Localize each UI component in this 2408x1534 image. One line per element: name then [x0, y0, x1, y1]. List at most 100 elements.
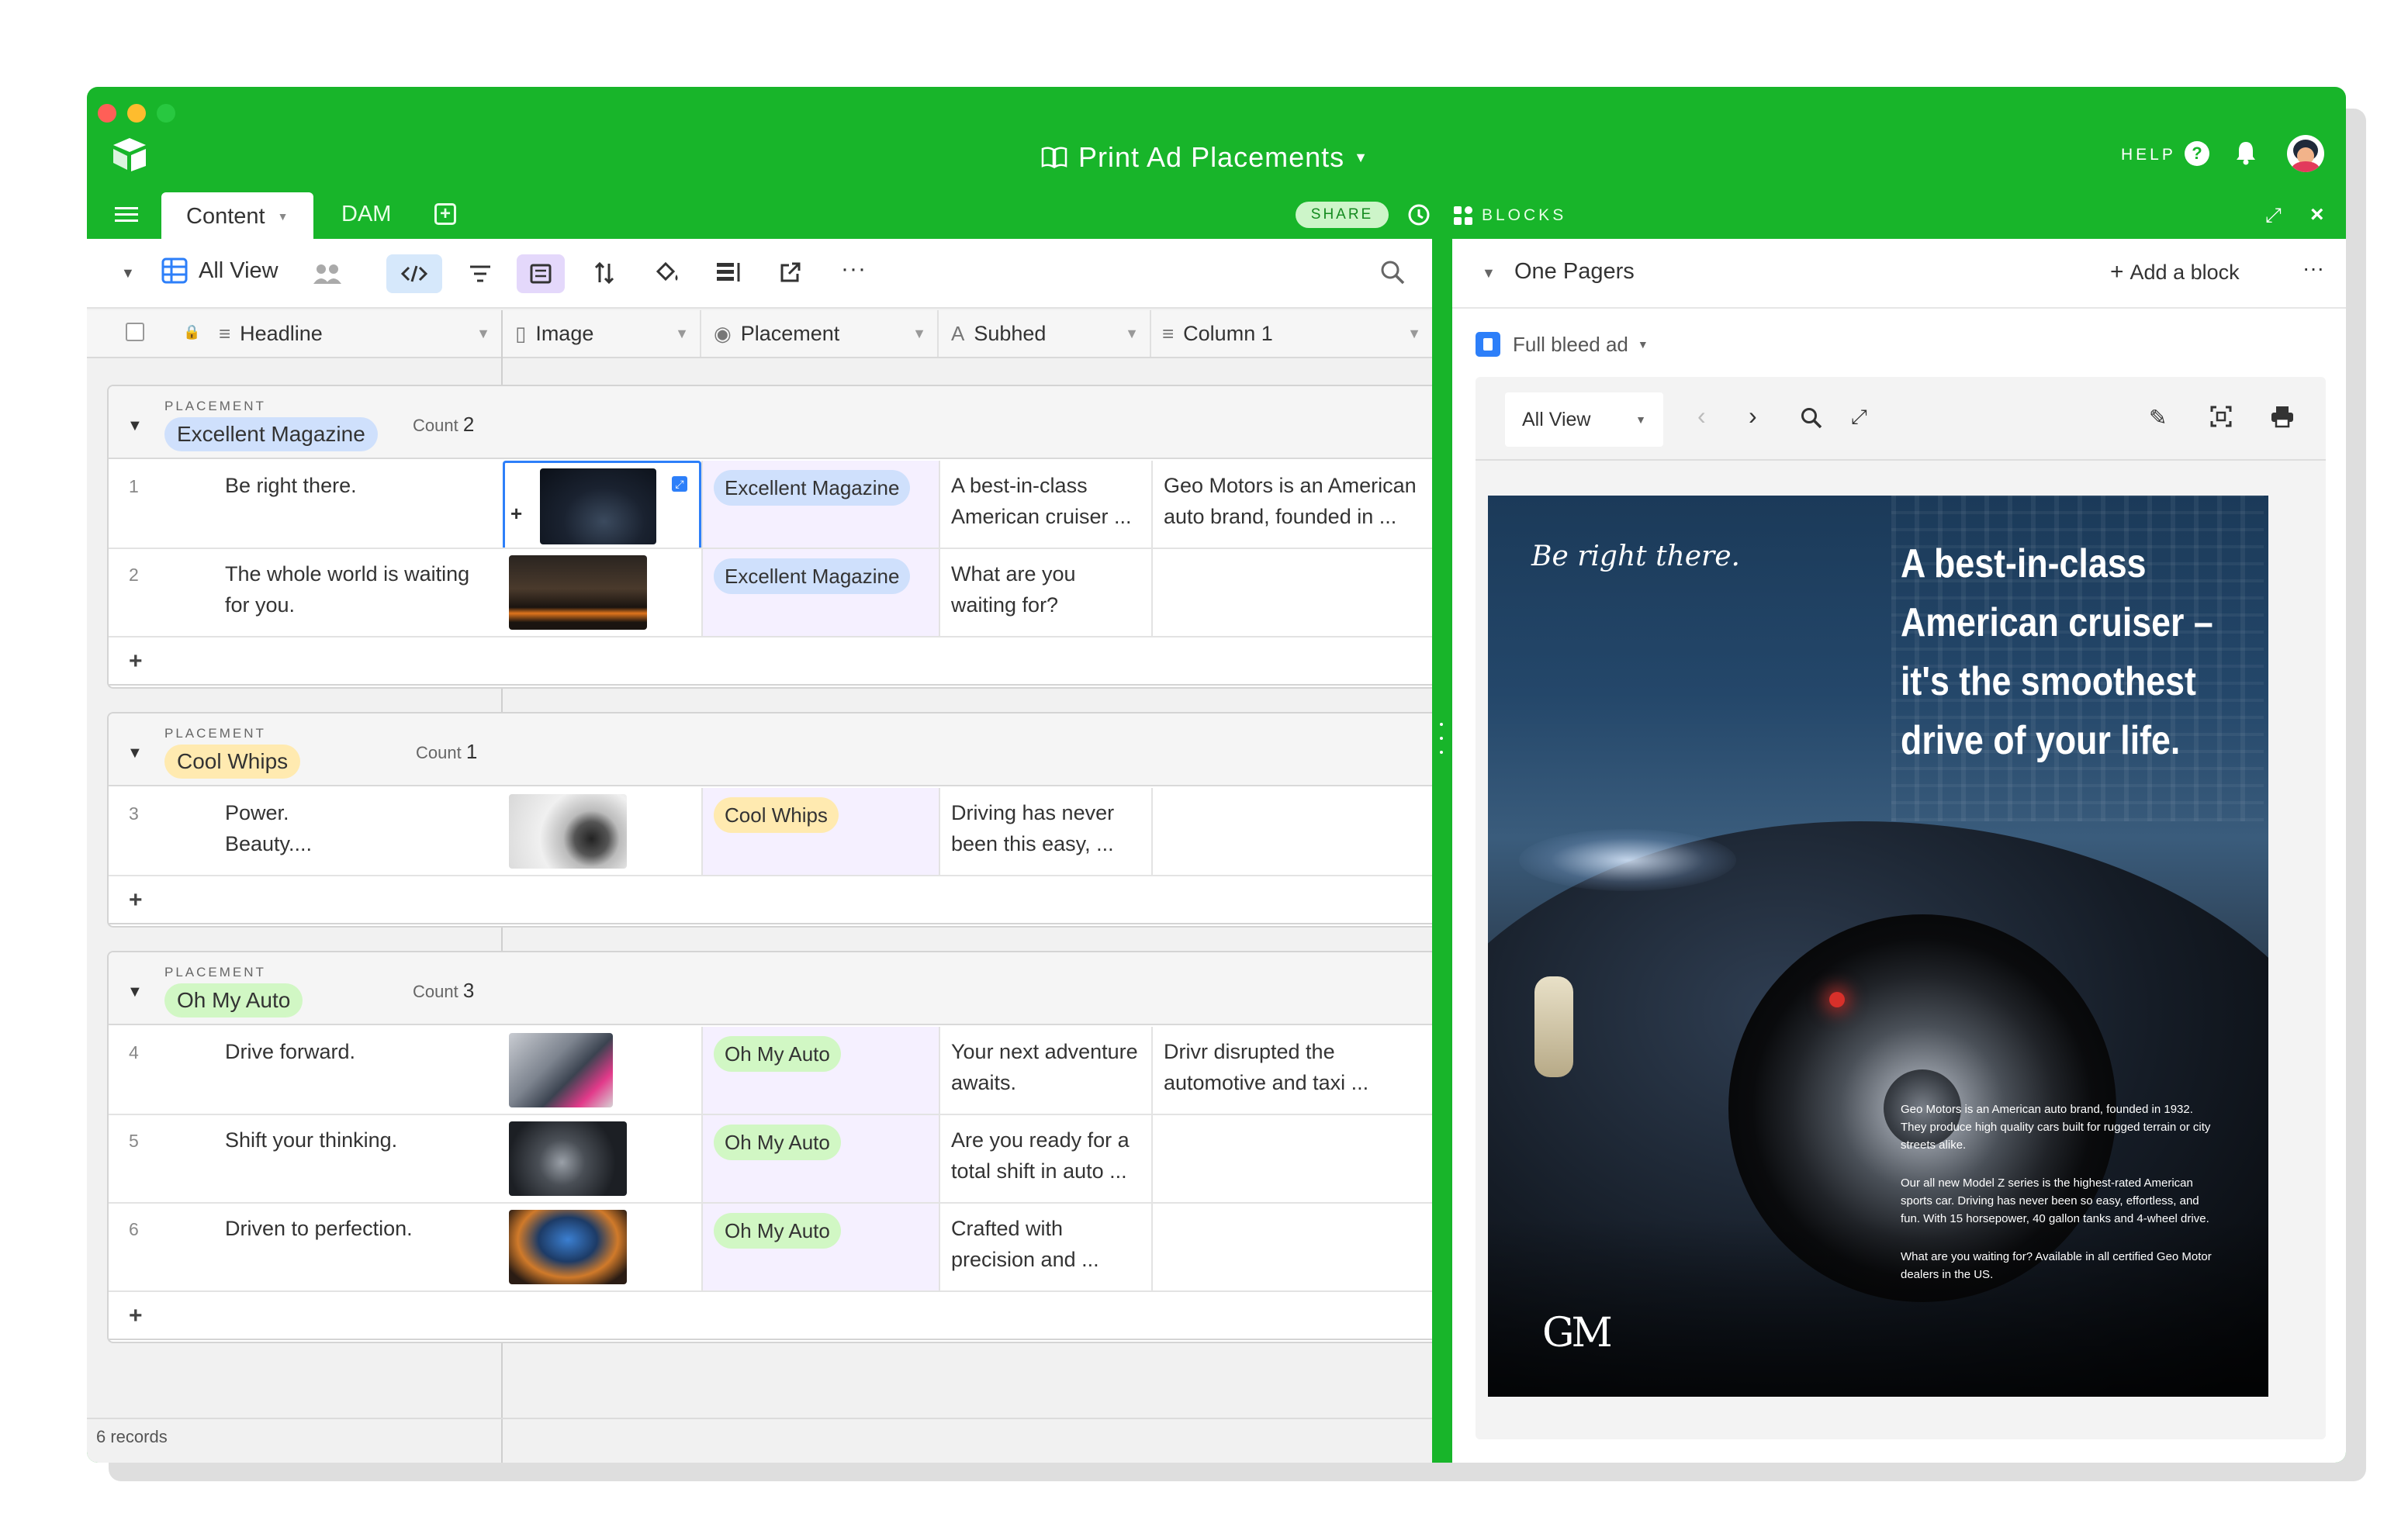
next-record-icon[interactable]: ›	[1749, 402, 1757, 430]
cell-subhed[interactable]: Are you ready for a total shift in auto …	[940, 1115, 1153, 1202]
attachment-thumbnail[interactable]	[509, 1210, 627, 1284]
menu-icon[interactable]	[115, 205, 138, 224]
cell-headline[interactable]: Driven to perfection.	[214, 1204, 503, 1290]
cell-headline[interactable]: Shift your thinking.	[214, 1115, 503, 1202]
view-switcher[interactable]: All View	[161, 257, 279, 284]
help-link[interactable]: HELP	[2121, 146, 2176, 164]
cell-placement[interactable]: Oh My Auto	[703, 1115, 940, 1202]
cell-image[interactable]	[503, 788, 703, 875]
base-title[interactable]: Print Ad Placements ▼	[1041, 138, 1368, 177]
search-icon[interactable]	[1800, 406, 1823, 434]
previous-record-icon[interactable]: ‹	[1697, 402, 1706, 430]
cell-column1[interactable]	[1153, 549, 1432, 636]
cell-image[interactable]	[503, 1027, 703, 1114]
cell-column1[interactable]: Drivr disrupted the automotive and taxi …	[1153, 1027, 1432, 1114]
add-record-row[interactable]: +	[109, 637, 1432, 686]
cell-column1[interactable]: Geo Motors is an American auto brand, fo…	[1153, 461, 1432, 548]
group-header[interactable]: ▼ PLACEMENT Cool Whips Count 1	[109, 713, 1432, 786]
sort-icon[interactable]	[593, 261, 616, 289]
view-select[interactable]: All View ▼	[1505, 392, 1663, 447]
cell-subhed[interactable]: Driving has never been this easy, ...	[940, 788, 1153, 875]
column-header-headline[interactable]: ≡ Headline ▼	[219, 310, 503, 357]
expand-icon[interactable]: ⤢	[2265, 203, 2282, 228]
attachment-thumbnail[interactable]	[509, 794, 627, 869]
share-view-icon[interactable]	[779, 261, 802, 288]
filter-icon[interactable]	[467, 262, 493, 289]
group-header[interactable]: ▼ PLACEMENT Excellent Magazine Count 2	[109, 386, 1432, 459]
user-avatar[interactable]	[2287, 135, 2324, 172]
expand-icon[interactable]: ⤢	[1851, 405, 1867, 430]
cell-placement[interactable]: Cool Whips	[703, 788, 940, 875]
group-header[interactable]: ▼ PLACEMENT Oh My Auto Count 3	[109, 952, 1432, 1025]
cell-subhed[interactable]: Your next adventure awaits.	[940, 1027, 1153, 1114]
dashboard-name[interactable]: One Pagers	[1514, 259, 1635, 285]
share-button[interactable]: SHARE	[1296, 202, 1389, 228]
print-icon[interactable]	[2270, 405, 2295, 432]
row-height-icon[interactable]	[715, 261, 742, 288]
cell-placement[interactable]: Oh My Auto	[703, 1204, 940, 1290]
help-icon[interactable]: ?	[2185, 141, 2209, 166]
cell-image[interactable]	[503, 549, 703, 636]
history-icon[interactable]	[1406, 202, 1432, 232]
column-header-placement[interactable]: ◉ Placement ▼	[701, 310, 939, 357]
group-button[interactable]	[517, 254, 565, 293]
cell-image[interactable]: + ⤢	[503, 461, 703, 548]
collapse-icon[interactable]: ▼	[1482, 265, 1496, 282]
pane-resize-handle[interactable]	[1440, 723, 1443, 754]
add-record-row[interactable]: +	[109, 876, 1432, 924]
zoom-window-button[interactable]	[157, 104, 175, 123]
cell-subhed[interactable]: What are you waiting for?	[940, 549, 1153, 636]
block-title[interactable]: Full bleed ad ▼	[1476, 332, 1649, 357]
cell-column1[interactable]	[1153, 788, 1432, 875]
cell-column1[interactable]	[1153, 1204, 1432, 1290]
cell-column1[interactable]	[1153, 1115, 1432, 1202]
edit-pencil-icon[interactable]: ✎	[2149, 405, 2167, 430]
cell-placement[interactable]: Excellent Magazine	[703, 549, 940, 636]
table-row[interactable]: 2 The whole world is waiting for you. Ex…	[109, 549, 1432, 637]
expand-cell-icon[interactable]: ⤢	[672, 476, 687, 492]
airtable-logo-icon[interactable]	[110, 135, 149, 178]
blocks-toggle[interactable]: BLOCKS	[1452, 205, 1566, 226]
add-record-row[interactable]: +	[109, 1292, 1432, 1340]
collaborators-icon[interactable]	[312, 261, 343, 291]
bell-icon[interactable]	[2234, 140, 2258, 170]
cell-subhed[interactable]: Crafted with precision and ...	[940, 1204, 1153, 1290]
attachment-thumbnail[interactable]	[509, 555, 647, 630]
cell-headline[interactable]: The whole world is waiting for you.	[214, 549, 503, 636]
attachment-thumbnail[interactable]	[509, 1033, 613, 1107]
attachment-thumbnail[interactable]	[540, 468, 656, 544]
table-row[interactable]: 3 Power. Beauty.... Cool Whips Driving h…	[109, 788, 1432, 876]
close-window-button[interactable]	[98, 104, 116, 123]
cell-subhed[interactable]: A best-in-class American cruiser ...	[940, 461, 1153, 548]
search-icon[interactable]	[1379, 259, 1406, 289]
close-icon[interactable]: ×	[2310, 202, 2324, 228]
ad-poster[interactable]: Be right there. A best-in-class American…	[1488, 496, 2268, 1397]
column-header-subhed[interactable]: A Subhed ▼	[939, 310, 1151, 357]
cell-headline[interactable]: Drive forward.	[214, 1027, 503, 1114]
tab-content[interactable]: Content ▼	[161, 192, 313, 240]
add-attachment-icon[interactable]: +	[510, 498, 522, 529]
tab-dam[interactable]: DAM	[341, 202, 391, 227]
collapse-group-icon[interactable]: ▼	[127, 983, 143, 1001]
select-all-checkbox[interactable]	[126, 323, 144, 341]
attachment-thumbnail[interactable]	[509, 1121, 627, 1196]
add-table-icon[interactable]: +	[434, 203, 456, 225]
table-row[interactable]: 6 Driven to perfection. Oh My Auto Craft…	[109, 1204, 1432, 1292]
more-icon[interactable]: ···	[2302, 256, 2324, 281]
hide-fields-button[interactable]	[386, 254, 442, 293]
cell-headline[interactable]: Be right there.	[214, 461, 503, 548]
column-header-image[interactable]: ▯ Image ▼	[503, 310, 701, 357]
color-icon[interactable]	[653, 259, 681, 289]
collapse-group-icon[interactable]: ▼	[127, 417, 143, 435]
collapse-group-icon[interactable]: ▼	[127, 745, 143, 762]
column-header-column1[interactable]: ≡ Column 1 ▼	[1151, 310, 1432, 357]
table-row[interactable]: 4 Drive forward. Oh My Auto Your next ad…	[109, 1027, 1432, 1115]
cell-headline[interactable]: Power. Beauty....	[214, 788, 369, 875]
minimize-window-button[interactable]	[127, 104, 146, 123]
cell-image[interactable]	[503, 1115, 703, 1202]
more-icon[interactable]: ···	[841, 256, 867, 282]
add-block-button[interactable]: + Add a block	[2110, 259, 2240, 285]
collapse-sidebar-icon[interactable]: ▼	[121, 265, 135, 282]
cell-placement[interactable]: Oh My Auto	[703, 1027, 940, 1114]
cell-placement[interactable]: Excellent Magazine	[703, 461, 940, 548]
